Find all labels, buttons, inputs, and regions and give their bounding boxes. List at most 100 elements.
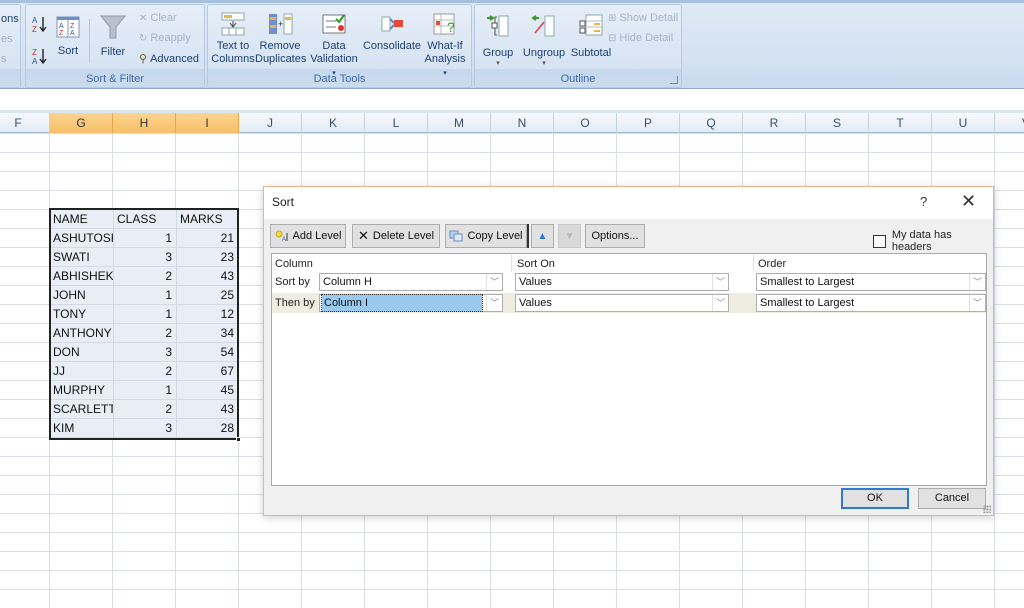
column-header-l[interactable]: L	[365, 113, 428, 133]
chevron-down-icon[interactable]: ﹀	[969, 274, 985, 290]
column-header-u[interactable]: U	[932, 113, 995, 133]
table-cell[interactable]: 67	[177, 362, 237, 380]
table-cell[interactable]: 34	[177, 324, 237, 342]
table-cell[interactable]: SCARLETT	[51, 400, 114, 418]
table-cell[interactable]: 23	[177, 248, 237, 266]
fill-handle[interactable]	[236, 437, 241, 442]
add-level-button[interactable]: A Add Level	[270, 224, 346, 248]
table-cell[interactable]: 25	[177, 286, 237, 304]
my-data-has-headers-checkbox[interactable]: My data has headers	[873, 229, 993, 253]
column-header-s[interactable]: S	[806, 113, 869, 133]
what-if-analysis-button[interactable]: ? What-If Analysis ▾	[422, 11, 468, 80]
chevron-down-icon[interactable]: ﹀	[486, 295, 502, 311]
column-header-i[interactable]: I	[176, 113, 239, 133]
column-header-r[interactable]: R	[743, 113, 806, 133]
table-cell[interactable]: 3	[114, 419, 177, 437]
partial-label-1[interactable]: ons	[1, 13, 19, 25]
chevron-down-icon[interactable]: ﹀	[712, 274, 728, 290]
column-header-k[interactable]: K	[302, 113, 365, 133]
table-cell[interactable]: DON	[51, 343, 114, 361]
move-down-button[interactable]: ▼	[558, 224, 581, 248]
table-cell[interactable]: 1	[114, 381, 177, 399]
column-header-m[interactable]: M	[428, 113, 491, 133]
sort-button[interactable]: AZZA Sort	[54, 15, 82, 58]
column-header-h[interactable]: H	[113, 113, 176, 133]
chevron-down-icon[interactable]: ﹀	[486, 274, 502, 290]
data-validation-button[interactable]: Data Validation ▾	[307, 11, 361, 80]
ok-button[interactable]: OK	[841, 488, 909, 509]
consolidate-button[interactable]: Consolidate	[362, 11, 422, 53]
column-header-n[interactable]: N	[491, 113, 554, 133]
column-header-q[interactable]: Q	[680, 113, 743, 133]
table-cell[interactable]: 43	[177, 400, 237, 418]
order-select[interactable]: Smallest to Largest ﹀	[756, 294, 986, 312]
help-button[interactable]: ?	[920, 194, 927, 209]
options-button[interactable]: Options...	[585, 224, 645, 248]
table-cell[interactable]: 2	[114, 324, 177, 342]
column-header-o[interactable]: O	[554, 113, 617, 133]
column-select[interactable]: Column I ﹀	[319, 294, 503, 312]
checkbox[interactable]	[873, 234, 886, 248]
table-cell[interactable]: TONY	[51, 305, 114, 323]
table-header-cell[interactable]: MARKS	[177, 210, 237, 228]
column-select[interactable]: Column H ﹀	[319, 273, 503, 291]
chevron-down-icon[interactable]: ﹀	[969, 295, 985, 311]
table-cell[interactable]: JOHN	[51, 286, 114, 304]
table-cell[interactable]: ANTHONY	[51, 324, 114, 342]
close-icon[interactable]: ✕	[961, 191, 976, 212]
subtotal-button[interactable]: Subtotal	[569, 13, 613, 60]
table-cell[interactable]: JJ	[51, 362, 114, 380]
sort-on-select[interactable]: Values ﹀	[515, 294, 729, 312]
table-header-cell[interactable]: CLASS	[114, 210, 177, 228]
table-header-cell[interactable]: NAME	[51, 210, 114, 228]
table-cell[interactable]: 54	[177, 343, 237, 361]
table-cell[interactable]: 43	[177, 267, 237, 285]
filter-button[interactable]: Filter	[95, 13, 131, 59]
outline-dialog-launcher[interactable]	[670, 76, 678, 84]
column-header-t[interactable]: T	[869, 113, 932, 133]
table-cell[interactable]: 12	[177, 305, 237, 323]
copy-level-button[interactable]: Copy Level	[445, 224, 527, 248]
table-cell[interactable]: 2	[114, 267, 177, 285]
table-cell[interactable]: ABHISHEK	[51, 267, 114, 285]
sort-z-a-button[interactable]: ZA	[31, 47, 49, 69]
column-header-j[interactable]: J	[239, 113, 302, 133]
table-cell[interactable]: ASHUTOSH	[51, 229, 114, 247]
column-header-f[interactable]: F	[0, 113, 50, 133]
table-cell[interactable]: 1	[114, 286, 177, 304]
group-button[interactable]: Group ▾	[479, 13, 517, 68]
ungroup-button[interactable]: Ungroup ▾	[519, 13, 569, 68]
table-cell[interactable]: 2	[114, 362, 177, 380]
column-header-v[interactable]: V	[995, 113, 1024, 133]
cancel-button[interactable]: Cancel	[918, 488, 986, 509]
order-select[interactable]: Smallest to Largest ﹀	[756, 273, 986, 291]
text-to-columns-button[interactable]: Text to Columns	[211, 11, 255, 66]
chevron-down-icon[interactable]: ﹀	[712, 295, 728, 311]
table-cell[interactable]: KIM	[51, 419, 114, 437]
table-cell[interactable]: 21	[177, 229, 237, 247]
table-cell[interactable]: 3	[114, 248, 177, 266]
sort-on-select[interactable]: Values ﹀	[515, 273, 729, 291]
sort-level-row-selected[interactable]: Then by Column I ﹀ Values ﹀ Smallest to …	[272, 293, 986, 313]
move-up-button[interactable]: ▲	[531, 224, 554, 248]
reapply-button[interactable]: ↻ Reapply	[139, 32, 191, 44]
advanced-button[interactable]: ⚲ Advanced	[139, 52, 199, 66]
table-cell[interactable]: MURPHY	[51, 381, 114, 399]
resize-grip[interactable]	[983, 505, 991, 513]
column-header-p[interactable]: P	[617, 113, 680, 133]
clear-button[interactable]: ✕ Clear	[139, 12, 177, 24]
table-cell[interactable]: 1	[114, 305, 177, 323]
sort-a-z-button[interactable]: AZ	[31, 15, 49, 37]
sort-level-row[interactable]: Sort by Column H ﹀ Values ﹀ Smallest to …	[272, 272, 986, 292]
table-cell[interactable]: SWATI	[51, 248, 114, 266]
column-header-g[interactable]: G	[50, 113, 113, 133]
table-cell[interactable]: 45	[177, 381, 237, 399]
table-cell[interactable]: 3	[114, 343, 177, 361]
show-detail-button[interactable]: ⊞ Show Detail	[608, 12, 678, 24]
remove-duplicates-button[interactable]: + Remove Duplicates	[255, 11, 306, 66]
delete-level-button[interactable]: ✕ Delete Level	[352, 224, 440, 248]
table-cell[interactable]: 1	[114, 229, 177, 247]
table-cell[interactable]: 2	[114, 400, 177, 418]
table-cell[interactable]: 28	[177, 419, 237, 437]
hide-detail-button[interactable]: ⊟ Hide Detail	[608, 32, 673, 44]
